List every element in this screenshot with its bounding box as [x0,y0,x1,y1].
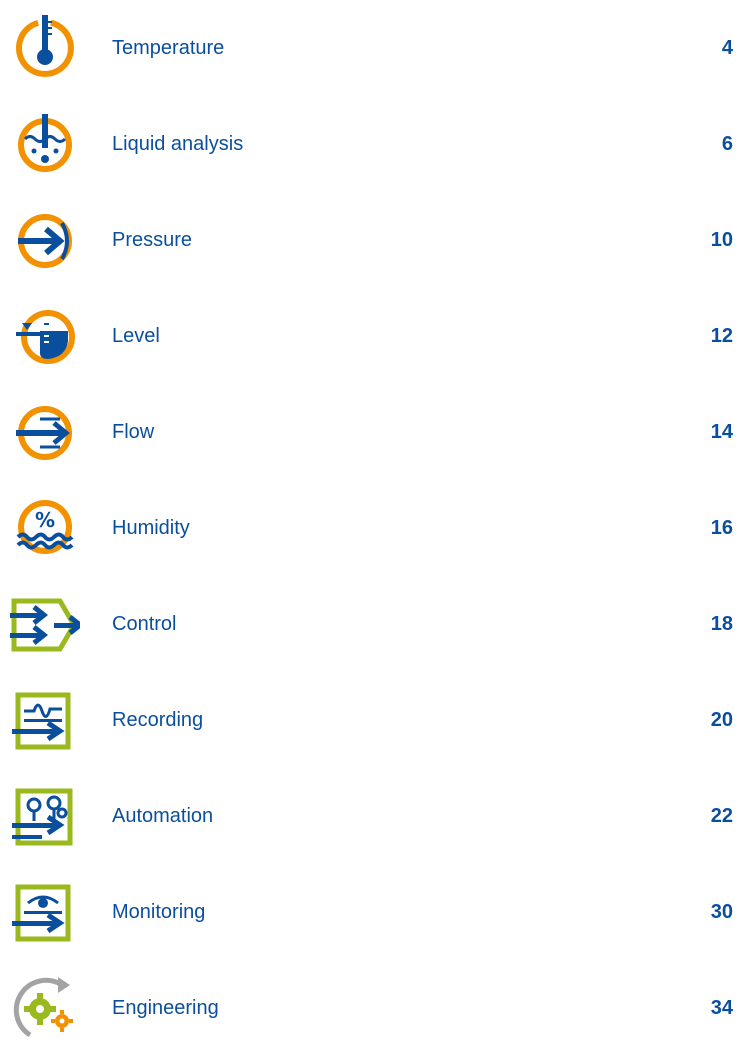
toc-page-number: 20 [710,709,733,731]
toc-entry-temperature[interactable]: Temperature 4 [0,13,746,83]
toc-label: Temperature [112,37,225,59]
toc-label: Monitoring [112,901,206,923]
toc-page-number: 14 [710,421,733,443]
toc-label: Humidity [112,517,190,539]
flow-icon [10,397,80,467]
toc-label: Engineering [112,997,219,1019]
pressure-icon [10,205,80,275]
toc-label: Pressure [112,229,193,251]
toc-entry-recording[interactable]: Recording 20 [0,685,746,755]
humidity-icon: % [10,493,80,563]
toc-page-number: 22 [710,805,733,827]
toc-page-number: 18 [710,613,733,635]
toc-label: Automation [112,805,214,827]
toc-entry-automation[interactable]: Automation 22 [0,781,746,851]
automation-icon [10,781,80,851]
toc-entry-liquid-analysis[interactable]: Liquid analysis 6 [0,109,746,179]
toc-page-number: 30 [710,901,733,923]
toc-entry-monitoring[interactable]: Monitoring 30 [0,877,746,947]
liquid-analysis-icon [10,109,80,179]
recording-icon [10,685,80,755]
toc-entry-humidity[interactable]: % Humidity 16 [0,493,746,563]
toc-page-number: 12 [710,325,733,347]
toc-label: Flow [112,421,155,443]
toc-entry-control[interactable]: Control 18 [0,589,746,659]
toc-page-number: 34 [710,997,733,1019]
toc-page-number: 6 [721,133,733,155]
toc-entry-engineering[interactable]: Engineering 34 [0,973,746,1043]
toc-label: Recording [112,709,204,731]
control-icon [10,589,80,659]
toc-entry-pressure[interactable]: Pressure 10 [0,205,746,275]
table-of-contents: Temperature 4 Liquid analysis 6 Pressure… [0,0,746,1038]
toc-entry-level[interactable]: Level 12 [0,301,746,371]
toc-label: Control [112,613,177,635]
toc-label: Level [112,325,160,347]
toc-entry-flow[interactable]: Flow 14 [0,397,746,467]
engineering-icon [10,973,80,1043]
svg-text:%: % [35,508,55,532]
toc-page-number: 16 [710,517,733,539]
monitoring-icon [10,877,80,947]
toc-label: Liquid analysis [112,133,244,155]
level-icon [10,301,80,371]
toc-page-number: 10 [710,229,733,251]
thermometer-icon [10,13,80,83]
toc-page-number: 4 [721,37,733,59]
